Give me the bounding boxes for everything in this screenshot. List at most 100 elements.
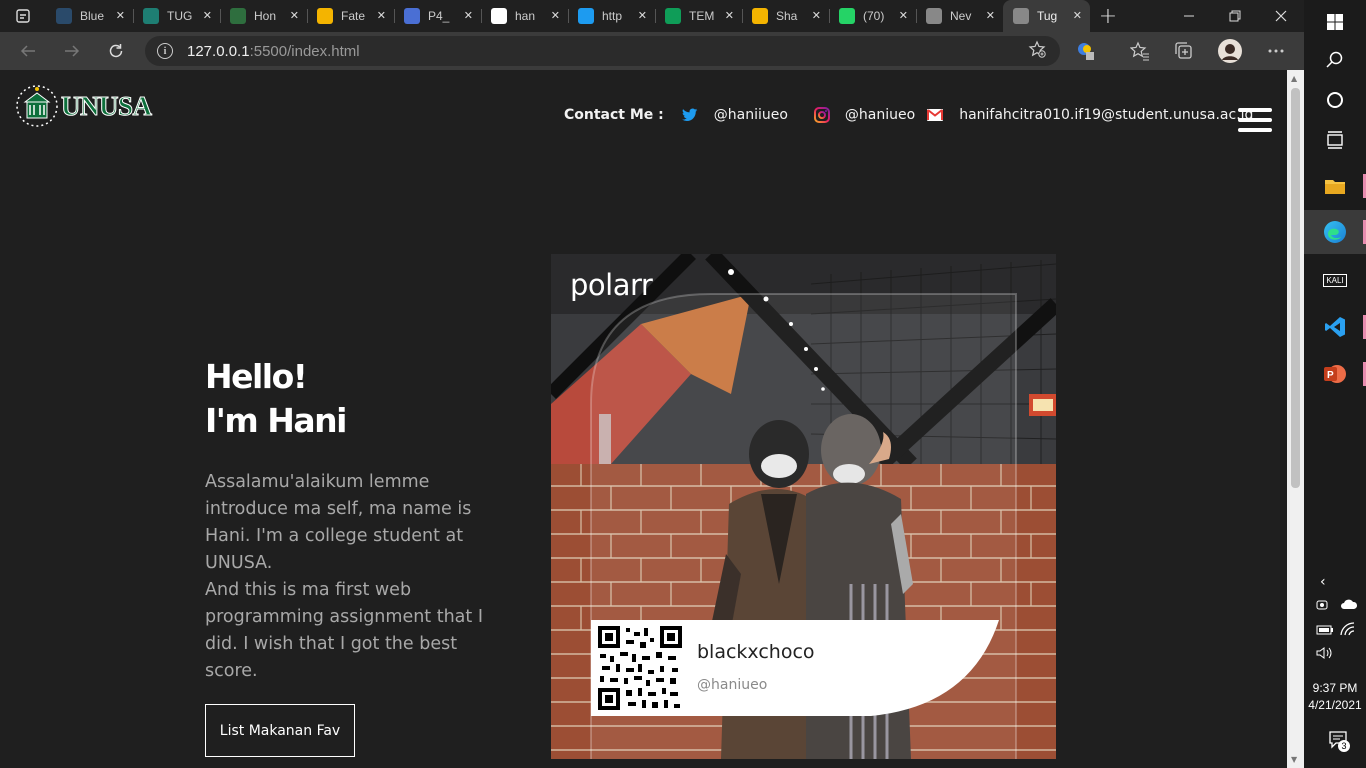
vscode-button[interactable]	[1304, 305, 1366, 349]
hero-section: Hello! I'm Hani Assalamu'alaikum lemme i…	[205, 355, 505, 685]
back-button[interactable]	[13, 37, 43, 65]
favorites-icon[interactable]	[1125, 37, 1155, 65]
edge-button[interactable]	[1304, 210, 1366, 254]
tab-close-icon[interactable]: ✕	[638, 8, 647, 24]
close-window-button[interactable]	[1258, 0, 1304, 32]
tab-close-icon[interactable]: ✕	[116, 8, 125, 24]
list-makanan-fav-button[interactable]: List Makanan Fav	[205, 704, 355, 757]
whatsapp-favicon-icon	[839, 8, 855, 24]
refresh-icon	[109, 44, 123, 58]
back-arrow-icon	[20, 45, 35, 57]
tab-title: Sha	[776, 9, 798, 23]
twitter-link[interactable]: @haniiueo	[681, 107, 788, 123]
tab-close-icon[interactable]: ✕	[464, 8, 473, 24]
page-scrollbar[interactable]: ▲ ▼	[1287, 70, 1304, 768]
tab-actions-icon	[16, 9, 30, 23]
page-viewport: UNUSA Contact Me : @haniiueo @haniueo ha…	[0, 70, 1287, 768]
google-drive-favicon-icon	[752, 8, 768, 24]
tab-title: http	[602, 9, 623, 23]
browser-tab[interactable]: http ✕	[568, 0, 655, 32]
browser-tab[interactable]: Blue ✕	[46, 0, 133, 32]
tab-title: Hon	[254, 9, 277, 23]
unusa-emblem-icon	[16, 85, 58, 127]
tab-close-icon[interactable]: ✕	[290, 8, 299, 24]
new-tab-favicon-icon	[926, 8, 942, 24]
kali-button[interactable]: KALI	[1304, 258, 1366, 302]
search-icon	[1326, 51, 1343, 68]
tab-strip: Blue ✕ TUG ✕ Hon ✕ Fate ✕ P4_ ✕ han ✕ http ✕ TEM ✕ Sha ✕(…	[0, 0, 1304, 32]
scroll-up-icon[interactable]: ▲	[1291, 74, 1297, 83]
contact-bar: Contact Me : @haniiueo @haniueo hanifahc…	[564, 107, 1267, 123]
site-info-icon[interactable]: i	[157, 43, 173, 59]
powerpoint-button[interactable]: P	[1304, 352, 1366, 396]
tab-close-icon[interactable]: ✕	[986, 8, 995, 24]
volume-icon[interactable]	[1316, 646, 1334, 663]
google-docs-favicon-icon	[404, 8, 420, 24]
tab-title: Blue	[80, 9, 105, 23]
url-rest: :5500/index.html	[249, 42, 360, 60]
battery-icon[interactable]	[1316, 624, 1334, 639]
browser-tab[interactable]: TEM ✕	[655, 0, 742, 32]
settings-more-icon[interactable]	[1261, 37, 1291, 65]
browser-tab[interactable]: han ✕	[481, 0, 568, 32]
browser-tab[interactable]: TUG ✕	[133, 0, 220, 32]
unusa-logo[interactable]: UNUSA	[15, 84, 153, 128]
collections-icon[interactable]	[1169, 37, 1199, 65]
browser-tab[interactable]: Sha ✕	[742, 0, 829, 32]
minimize-button[interactable]	[1166, 0, 1212, 32]
notification-center-button[interactable]: 3	[1328, 730, 1350, 753]
folder-icon	[1325, 180, 1345, 194]
browser-tab[interactable]: Nev ✕	[916, 0, 1003, 32]
unusa-favicon-icon	[230, 8, 246, 24]
menu-hamburger-icon[interactable]	[1238, 108, 1272, 132]
wifi-icon[interactable]	[1340, 622, 1356, 639]
url-text[interactable]: 127.0.0.1:5500/index.html	[187, 43, 360, 60]
instagram-link[interactable]: @haniueo	[813, 107, 916, 123]
refresh-button[interactable]	[101, 37, 131, 65]
tab-title: TEM	[689, 9, 715, 23]
hero-name: I'm Hani	[205, 401, 347, 440]
email-link[interactable]: hanifahcitra010.if19@student.unusa.ac.id	[927, 107, 1253, 123]
hero-greeting: Hello!	[205, 357, 308, 396]
page-favicon-icon	[1013, 8, 1029, 24]
extension-icon[interactable]	[1071, 37, 1101, 65]
browser-tab[interactable]: (70) ✕	[829, 0, 916, 32]
browser-tab[interactable]: Tug ✕	[1003, 0, 1090, 32]
tab-close-icon[interactable]: ✕	[377, 8, 386, 24]
tab-close-icon[interactable]: ✕	[203, 8, 212, 24]
tab-close-icon[interactable]: ✕	[551, 8, 560, 24]
browser-tab[interactable]: Hon ✕	[220, 0, 307, 32]
meet-now-icon[interactable]	[1316, 598, 1330, 615]
restore-button[interactable]	[1212, 0, 1258, 32]
twitter-favicon-icon	[578, 8, 594, 24]
tray-chevron-icon[interactable]: ‹	[1320, 574, 1326, 590]
address-bar[interactable]: i 127.0.0.1:5500/index.html	[145, 36, 1060, 66]
scroll-down-icon[interactable]: ▼	[1291, 755, 1297, 764]
system-clock[interactable]: 9:37 PM 4/21/2021	[1304, 680, 1366, 714]
profile-avatar[interactable]	[1215, 37, 1245, 65]
instagram-handle: @haniueo	[844, 107, 916, 123]
file-explorer-button[interactable]	[1304, 164, 1366, 208]
tab-actions-button[interactable]	[0, 0, 46, 32]
new-tab-button[interactable]: +	[1090, 0, 1126, 32]
browser-tab[interactable]: P4_ ✕	[394, 0, 481, 32]
add-favorite-icon[interactable]	[1028, 40, 1046, 62]
hero-paragraph: Assalamu'alaikum lemme introduce ma self…	[205, 469, 495, 685]
twitter-handle: @haniiueo	[713, 107, 788, 123]
tab-close-icon[interactable]: ✕	[899, 8, 908, 24]
contact-label: Contact Me :	[564, 107, 664, 123]
onedrive-icon[interactable]	[1340, 598, 1358, 613]
forward-button[interactable]	[57, 37, 87, 65]
tab-close-icon[interactable]: ✕	[725, 8, 734, 24]
search-button[interactable]	[1304, 38, 1366, 82]
browser-tab[interactable]: Fate ✕	[307, 0, 394, 32]
bluetooth-favicon-icon	[56, 8, 72, 24]
task-view-button[interactable]	[1304, 118, 1366, 162]
instagram-icon	[813, 107, 830, 123]
tab-close-icon[interactable]: ✕	[812, 8, 821, 24]
scrollbar-thumb[interactable]	[1291, 88, 1300, 488]
mail-icon	[927, 109, 944, 121]
cortana-button[interactable]	[1304, 78, 1366, 122]
tab-close-icon[interactable]: ✕	[1073, 8, 1082, 24]
windows-logo-icon	[1327, 14, 1343, 30]
